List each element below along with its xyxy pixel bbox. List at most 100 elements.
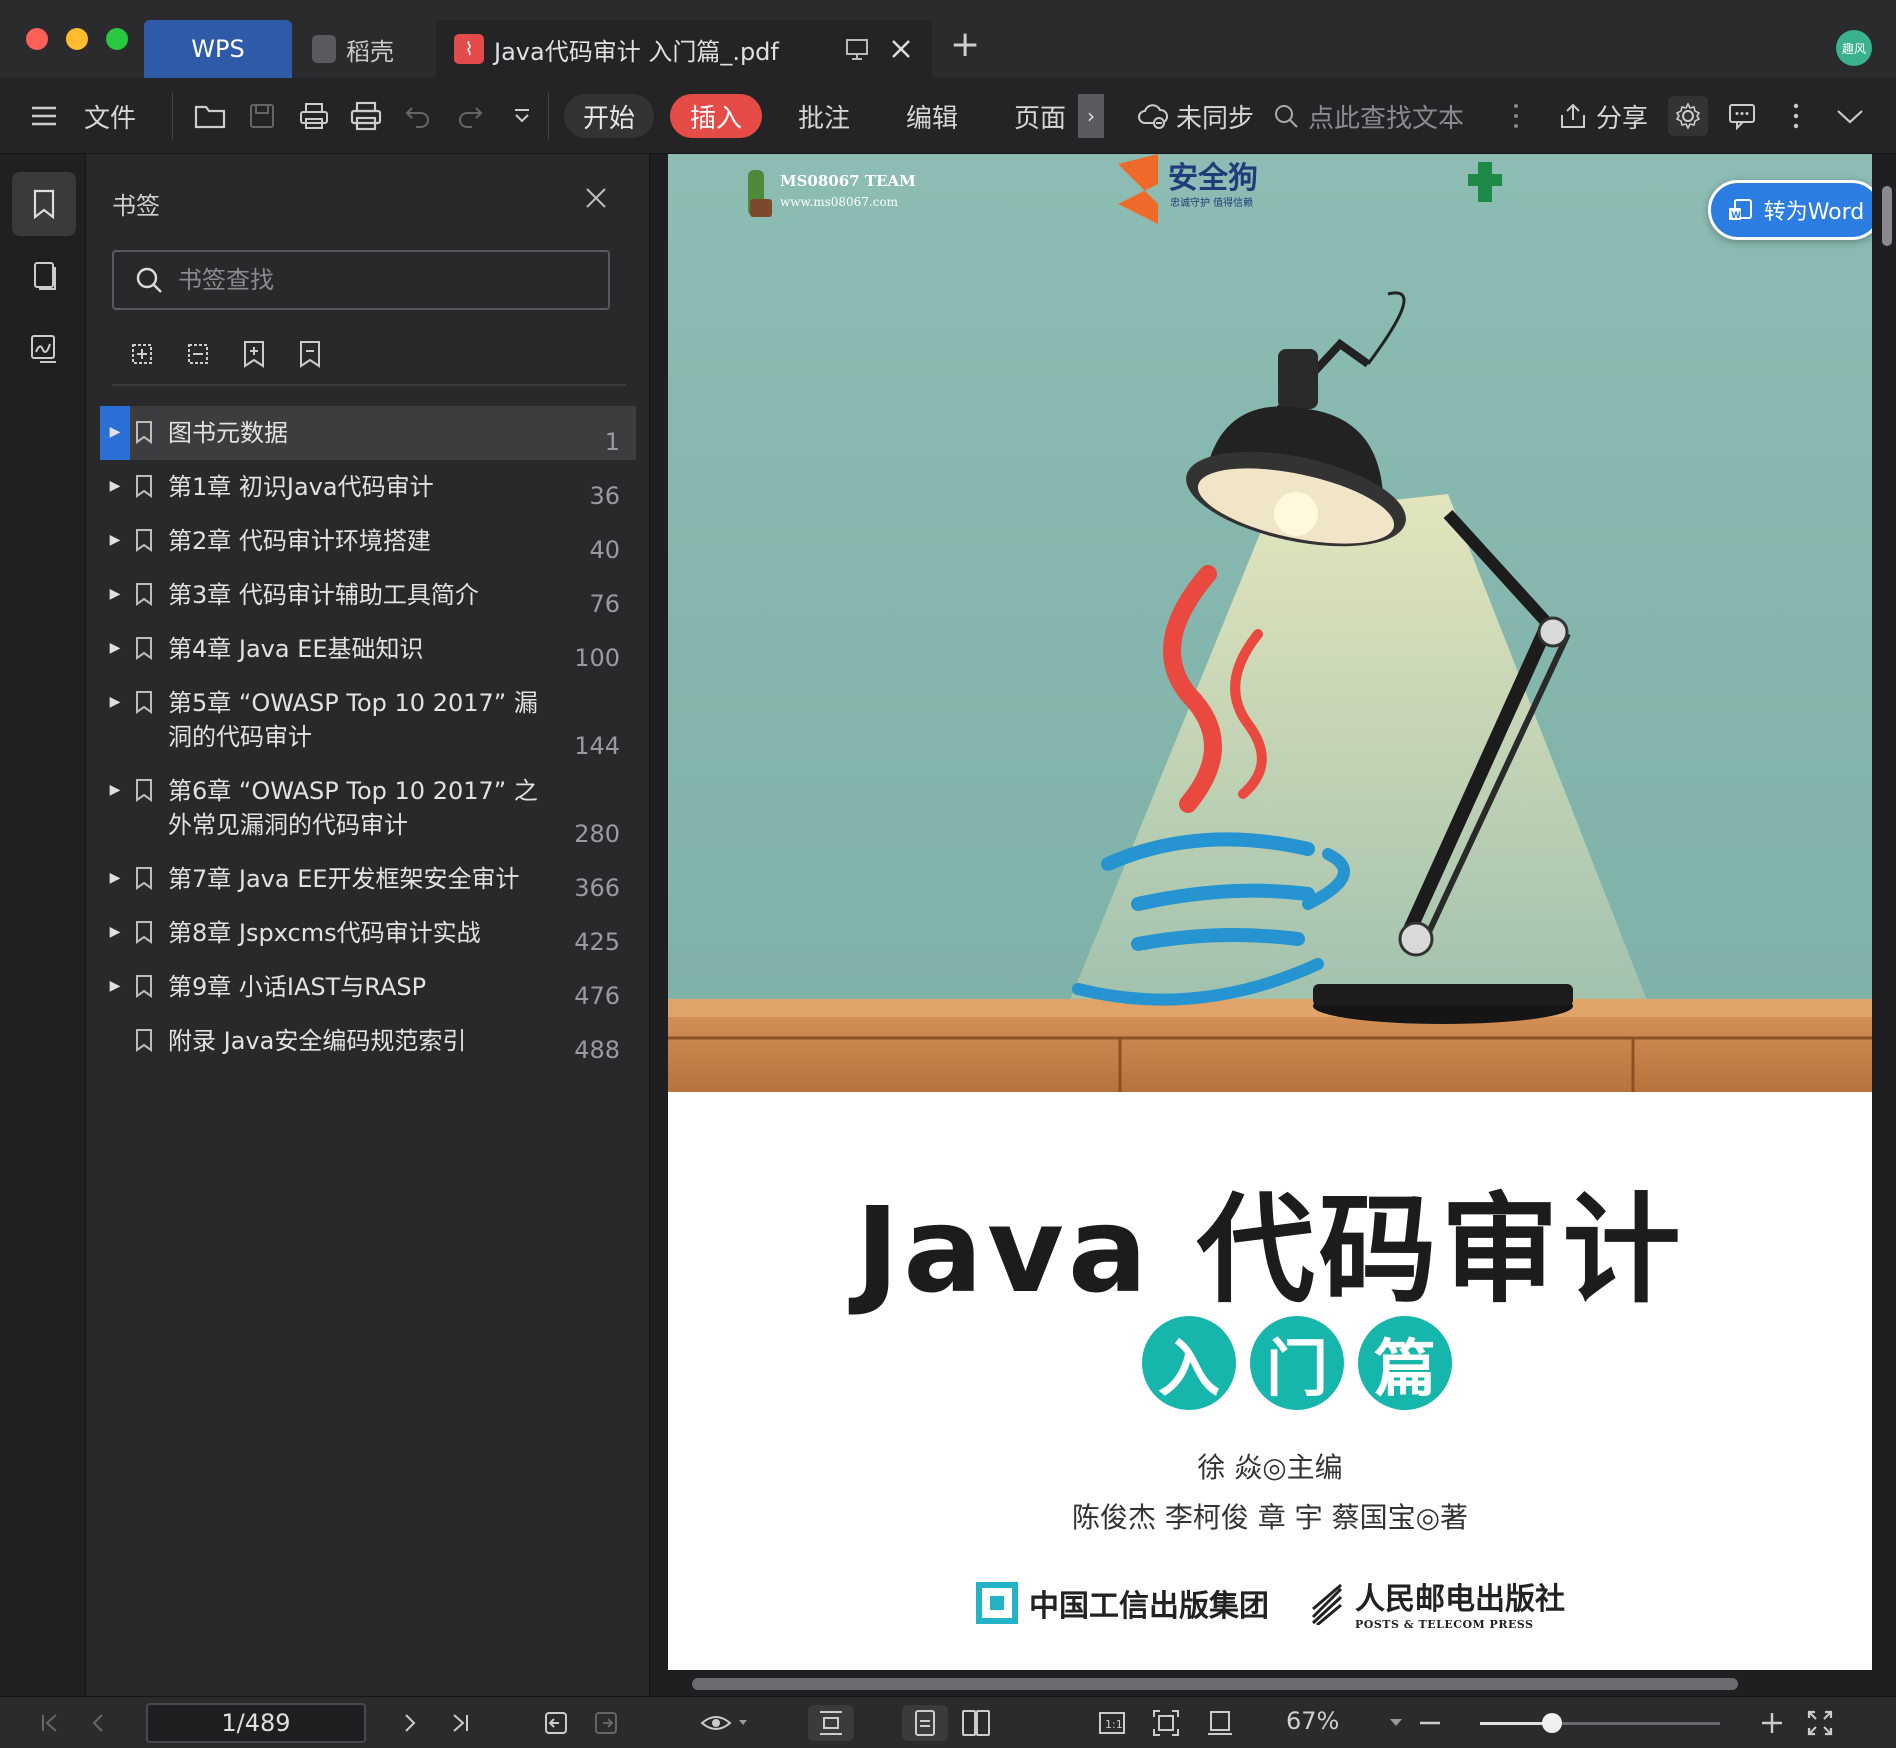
horizontal-scrollbar[interactable] — [668, 1670, 1878, 1696]
publisher-press-logo-icon — [1311, 1583, 1343, 1625]
more-vertical-icon[interactable] — [1496, 96, 1536, 136]
window-close-button[interactable] — [26, 28, 48, 50]
tab-wps[interactable]: WPS — [144, 20, 292, 78]
main-toolbar: 文件 开始 插入 批注 编辑 页面 未同步 点此查找文本 分享 — [0, 78, 1896, 154]
convert-to-word-button[interactable]: W 转为Word — [1708, 180, 1872, 240]
bookmark-panel-icon[interactable] — [12, 172, 76, 236]
zoom-out-icon[interactable] — [1412, 1705, 1448, 1741]
comment-icon[interactable] — [1722, 96, 1762, 136]
document-viewport[interactable]: MS08067 TEAM www.ms08067.com 安全狗 忠诚守护 值得… — [650, 154, 1878, 1670]
redo-icon[interactable] — [450, 96, 490, 136]
cover-authors: 陈俊杰 李柯俊 章 宇 蔡国宝◎著 — [1071, 1501, 1469, 1534]
zoom-slider[interactable] — [1480, 1713, 1720, 1733]
actual-size-icon[interactable]: 1:1 — [1094, 1705, 1130, 1741]
tab-page[interactable]: 页面 — [1014, 78, 1066, 154]
expand-all-icon[interactable] — [122, 334, 162, 374]
quick-access-dropdown-icon[interactable] — [502, 96, 542, 136]
chevron-right-icon[interactable]: › — [1078, 94, 1104, 138]
bookmark-item[interactable]: ▶ 第4章 Java EE基础知识 100 — [100, 622, 636, 676]
bookmark-item[interactable]: ▶ 第3章 代码审计辅助工具简介 76 — [100, 568, 636, 622]
expand-caret-icon[interactable]: ▶ — [100, 686, 130, 710]
file-menu[interactable]: 文件 — [84, 78, 136, 154]
expand-caret-icon[interactable]: ▶ — [100, 862, 130, 886]
zoom-dropdown-icon[interactable] — [1378, 1705, 1414, 1741]
page-width-icon[interactable] — [808, 1705, 854, 1741]
bookmark-item[interactable]: ▶ 第1章 初识Java代码审计 36 — [100, 460, 636, 514]
zoom-in-icon[interactable] — [1754, 1705, 1790, 1741]
tab-insert[interactable]: 插入 — [670, 94, 762, 138]
signature-panel-icon[interactable] — [12, 316, 76, 380]
add-bookmark-icon[interactable] — [234, 334, 274, 374]
close-tab-icon[interactable] — [888, 36, 914, 62]
thumbnail-panel-icon[interactable] — [12, 244, 76, 308]
next-page-icon[interactable] — [392, 1705, 428, 1741]
new-tab-button[interactable]: + — [950, 24, 980, 65]
sync-status[interactable]: 未同步 — [1136, 78, 1254, 154]
bookmark-item[interactable]: ▶ 第5章 “OWASP Top 10 2017” 漏洞的代码审计 144 — [100, 676, 636, 764]
more-options-icon[interactable] — [1776, 96, 1816, 136]
undo-icon[interactable] — [398, 96, 438, 136]
bookmark-icon — [130, 470, 158, 498]
bookmark-page-number: 488 — [574, 1036, 620, 1064]
previous-page-icon[interactable] — [80, 1705, 116, 1741]
back-icon[interactable] — [538, 1705, 574, 1741]
scrollbar-thumb[interactable] — [692, 1678, 1738, 1690]
eye-protection-icon[interactable] — [696, 1705, 752, 1741]
bookmark-item[interactable]: ▶ 第8章 Jspxcms代码审计实战 425 — [100, 906, 636, 960]
save-icon[interactable] — [242, 96, 282, 136]
menu-icon[interactable] — [24, 96, 64, 136]
share-button[interactable]: 分享 — [1558, 78, 1648, 154]
avatar[interactable]: 趣风 — [1836, 30, 1872, 66]
bookmark-item[interactable]: 附录 Java安全编码规范索引 488 — [100, 1014, 636, 1068]
zoom-level[interactable]: 67% — [1286, 1707, 1339, 1735]
vertical-scrollbar[interactable] — [1878, 154, 1896, 1670]
close-icon[interactable] — [584, 186, 608, 214]
window-minimize-button[interactable] — [66, 28, 88, 50]
collapse-all-icon[interactable] — [178, 334, 218, 374]
expand-caret-icon[interactable]: ▶ — [100, 416, 130, 440]
publisher-group-name: 中国工信出版集团 — [1029, 1588, 1269, 1624]
window-maximize-button[interactable] — [106, 28, 128, 50]
tab-annotate[interactable]: 批注 — [798, 78, 850, 154]
pdf-page[interactable]: MS08067 TEAM www.ms08067.com 安全狗 忠诚守护 值得… — [668, 154, 1872, 1670]
expand-caret-icon[interactable]: ▶ — [100, 774, 130, 798]
cover-editor: 徐 焱◎主编 — [1197, 1451, 1343, 1484]
expand-caret-icon[interactable]: ▶ — [100, 916, 130, 940]
tab-start[interactable]: 开始 — [564, 94, 654, 138]
bookmark-item[interactable]: ▶ 图书元数据 1 — [100, 406, 636, 460]
expand-caret-icon[interactable]: ▶ — [100, 970, 130, 994]
page-number-input[interactable]: 1/489 — [146, 1703, 366, 1743]
print-preview-icon[interactable] — [294, 96, 334, 136]
forward-icon[interactable] — [588, 1705, 624, 1741]
tab-edit[interactable]: 编辑 — [906, 78, 958, 154]
open-folder-icon[interactable] — [190, 96, 230, 136]
present-icon[interactable] — [844, 36, 870, 62]
expand-caret-icon[interactable]: ▶ — [100, 524, 130, 548]
bookmark-search[interactable] — [112, 250, 610, 310]
two-page-icon[interactable] — [958, 1705, 994, 1741]
print-icon[interactable] — [346, 96, 386, 136]
bookmark-search-input[interactable] — [178, 266, 558, 294]
expand-caret-icon[interactable]: ▶ — [100, 578, 130, 602]
bookmark-item[interactable]: ▶ 第7章 Java EE开发框架安全审计 366 — [100, 852, 636, 906]
bookmark-label: 第7章 Java EE开发框架安全审计 — [168, 865, 520, 893]
bookmark-item[interactable]: ▶ 第2章 代码审计环境搭建 40 — [100, 514, 636, 568]
fit-page-icon[interactable] — [1148, 1705, 1184, 1741]
first-page-icon[interactable] — [32, 1705, 68, 1741]
remove-bookmark-icon[interactable] — [290, 334, 330, 374]
zoom-slider-handle[interactable] — [1542, 1713, 1562, 1733]
bookmark-item[interactable]: ▶ 第6章 “OWASP Top 10 2017” 之外常见漏洞的代码审计 280 — [100, 764, 636, 852]
last-page-icon[interactable] — [442, 1705, 478, 1741]
fullscreen-icon[interactable] — [1802, 1705, 1838, 1741]
collapse-ribbon-icon[interactable] — [1830, 96, 1870, 136]
expand-caret-icon[interactable]: ▶ — [100, 470, 130, 494]
tab-daoke[interactable]: 稻壳 — [300, 20, 430, 78]
expand-caret-icon[interactable]: ▶ — [100, 632, 130, 656]
scrollbar-thumb[interactable] — [1882, 186, 1892, 246]
settings-gear-icon[interactable] — [1668, 96, 1708, 136]
rotate-icon[interactable] — [1202, 1705, 1238, 1741]
bookmark-item[interactable]: ▶ 第9章 小话IAST与RASP 476 — [100, 960, 636, 1014]
single-page-icon[interactable] — [902, 1705, 948, 1741]
tab-document[interactable]: ⌇ Java代码审计 入门篇_.pdf — [436, 20, 932, 78]
find-text[interactable]: 点此查找文本 — [1272, 78, 1464, 154]
